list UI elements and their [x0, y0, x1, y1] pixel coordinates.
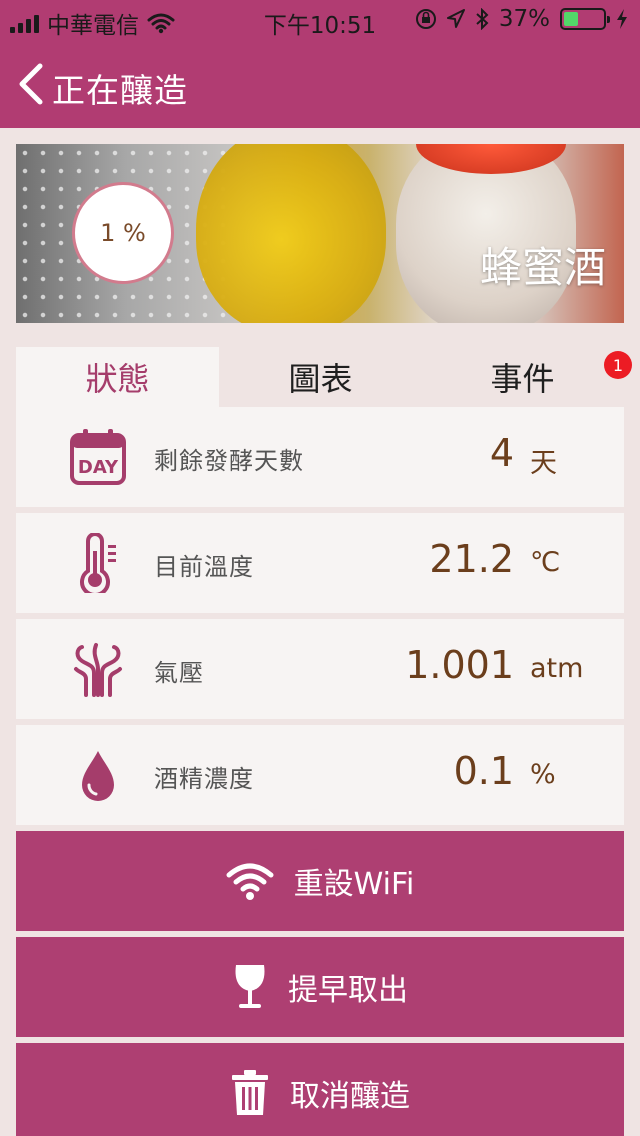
- cancel-brewing-button[interactable]: 取消釀造: [16, 1043, 624, 1136]
- metric-value: 21.2: [429, 537, 514, 581]
- tab-bar: 狀態 圖表 事件 1: [16, 347, 632, 407]
- metric-label: 目前溫度: [154, 553, 254, 581]
- drop-icon: [82, 751, 114, 801]
- battery-fill: [564, 12, 579, 26]
- metric-value: 4: [489, 431, 514, 475]
- calendar-day-icon: DAY: [70, 429, 126, 485]
- battery-icon: [560, 8, 610, 30]
- metric-label: 酒精濃度: [154, 765, 254, 793]
- metric-label: 氣壓: [154, 659, 204, 687]
- nav-bar: 正在釀造: [0, 48, 640, 120]
- svg-text:DAY: DAY: [78, 457, 119, 478]
- metric-unit: atm: [530, 653, 584, 684]
- rotation-lock-icon: [415, 9, 436, 29]
- metric-unit: %: [530, 759, 556, 790]
- metric-row-pressure: 氣壓 1.001 atm: [16, 619, 624, 719]
- tab-chart[interactable]: 圖表: [219, 347, 422, 407]
- reset-wifi-button[interactable]: 重設WiFi: [16, 831, 624, 931]
- bluetooth-icon: [476, 8, 489, 30]
- location-icon: [446, 9, 465, 28]
- recipe-name: 蜂蜜酒: [479, 243, 606, 292]
- metric-unit: ℃: [530, 547, 561, 578]
- reset-wifi-label: 重設WiFi: [293, 867, 415, 902]
- events-badge: 1: [604, 351, 632, 379]
- metric-value: 0.1: [453, 749, 514, 793]
- page-title: 正在釀造: [52, 71, 188, 110]
- metric-row-days-remaining: DAY 剩餘發酵天數 4 天: [16, 407, 624, 507]
- metric-row-temperature: 目前溫度 21.2 ℃: [16, 513, 624, 613]
- early-removal-label: 提早取出: [288, 973, 408, 1008]
- metric-label: 剩餘發酵天數: [154, 447, 304, 475]
- wine-glass-icon: [235, 965, 265, 1008]
- charging-icon: [617, 9, 627, 29]
- wifi-icon: [226, 863, 274, 900]
- early-removal-button[interactable]: 提早取出: [16, 937, 624, 1037]
- metric-unit: 天: [530, 448, 557, 479]
- tab-events[interactable]: 事件 1: [421, 347, 632, 407]
- pressure-icon: [74, 643, 122, 697]
- battery-percent: 37%: [498, 6, 550, 32]
- tab-status[interactable]: 狀態: [16, 347, 219, 407]
- back-button[interactable]: [16, 62, 46, 106]
- app-header: 中華電信 下午10:51 37% 正在釀造: [0, 0, 640, 128]
- metric-row-alcohol: 酒精濃度 0.1 %: [16, 725, 624, 825]
- brew-progress-value: 1 %: [100, 219, 146, 247]
- brew-progress-indicator: 1 %: [72, 182, 174, 284]
- cancel-brewing-label: 取消釀造: [290, 1079, 410, 1114]
- trash-icon: [232, 1070, 268, 1115]
- metric-value: 1.001: [405, 643, 514, 687]
- status-right: 37%: [415, 6, 628, 32]
- thermometer-icon: [80, 533, 116, 593]
- status-bar: 中華電信 下午10:51 37%: [0, 0, 640, 40]
- recipe-hero-image: 1 % 蜂蜜酒: [16, 144, 624, 323]
